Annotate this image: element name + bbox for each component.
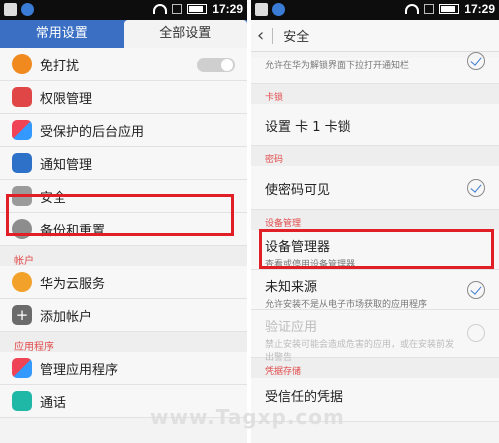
settings-item-label: 通知管理: [40, 157, 93, 173]
back-arrow-icon[interactable]: ‹: [251, 25, 272, 46]
lockscreen-notification-row[interactable]: 允许在华为解锁界面下拉打开通知栏: [251, 52, 499, 84]
row-title: 使密码可见: [265, 183, 331, 198]
apps-icon: [12, 358, 32, 378]
settings-item-label: 免打扰: [40, 58, 80, 74]
row-title: 未知来源: [265, 280, 318, 295]
wifi-icon: [153, 4, 168, 14]
settings-item-label: 受保护的后台应用: [40, 124, 145, 140]
settings-item-label: 权限管理: [40, 91, 93, 107]
settings-item-label: 华为云服务: [40, 276, 106, 292]
permission-icon: [12, 87, 32, 107]
left-screen: 17:29 常用设置 全部设置 免打扰 权限管理 受保护的后台应用 通知管理 安…: [0, 0, 247, 443]
check-icon[interactable]: [467, 52, 485, 70]
battery-icon: [187, 4, 208, 14]
clock: 17:29: [212, 2, 243, 16]
right-screen: 17:29 ‹ 安全 允许在华为解锁界面下拉打开通知栏 卡锁 设置 卡 1 卡锁…: [251, 0, 499, 443]
cloud-icon: [12, 272, 32, 292]
app-icon: [21, 3, 34, 16]
tab-common-settings[interactable]: 常用设置: [0, 20, 124, 48]
security-header: ‹ 安全: [251, 20, 499, 52]
status-bar: 17:29: [0, 0, 247, 20]
wifi-icon: [405, 4, 420, 14]
section-header-sim-lock: 卡锁: [251, 84, 499, 104]
settings-item-huawei-cloud[interactable]: 华为云服务: [0, 266, 247, 299]
tab-all-settings[interactable]: 全部设置: [123, 20, 247, 48]
signal-icon: [172, 4, 183, 14]
section-header-accounts: 帐户: [0, 246, 247, 267]
watermark: www.Tagxp.com: [150, 405, 345, 429]
battery-icon: [439, 4, 460, 14]
moon-icon: [12, 54, 32, 74]
check-icon: [467, 324, 485, 342]
row-subtitle: 允许安装不是从电子市场获取的应用程序: [265, 300, 428, 310]
settings-item-notifications[interactable]: 通知管理: [0, 147, 247, 180]
settings-item-add-account[interactable]: + 添加帐户: [0, 299, 247, 332]
settings-item-label: 通话: [40, 395, 67, 411]
row-title: 设置 卡 1 卡锁: [265, 120, 351, 135]
show-password-row[interactable]: 使密码可见: [251, 166, 499, 210]
notification-icon: [4, 3, 17, 16]
security-highlight-box: [6, 194, 234, 236]
notification-icon: [255, 3, 268, 16]
settings-item-manage-apps[interactable]: 管理应用程序: [0, 352, 247, 385]
row-subtitle: 允许在华为解锁界面下拉打开通知栏: [265, 61, 410, 71]
page-title: 安全: [283, 30, 310, 45]
section-header-password: 密码: [251, 146, 499, 166]
settings-item-label: 添加帐户: [40, 309, 93, 325]
notification-manager-icon: [12, 153, 32, 173]
unknown-sources-row[interactable]: 未知来源 允许安装不是从电子市场获取的应用程序: [251, 270, 499, 310]
row-title: 受信任的凭据: [265, 390, 344, 405]
section-header-device-admin: 设备管理: [251, 210, 499, 230]
section-header-apps: 应用程序: [0, 332, 247, 353]
row-subtitle: 禁止安装可能会造成危害的应用，或在安装前发出警告: [265, 340, 455, 363]
plus-icon: +: [12, 305, 32, 325]
verify-apps-row: 验证应用 禁止安装可能会造成危害的应用，或在安装前发出警告: [251, 310, 499, 363]
settings-tabs: 常用设置 全部设置: [0, 20, 247, 48]
do-not-disturb-toggle[interactable]: [197, 58, 235, 72]
signal-icon: [424, 4, 435, 14]
check-icon[interactable]: [467, 179, 485, 197]
device-admin-highlight-box: [259, 229, 494, 269]
check-icon[interactable]: [467, 281, 485, 299]
header-divider: [272, 27, 274, 44]
settings-item-permissions[interactable]: 权限管理: [0, 81, 247, 114]
phone-icon: [12, 391, 32, 411]
settings-item-label: 管理应用程序: [40, 362, 119, 378]
clock: 17:29: [464, 2, 495, 16]
settings-item-protected-apps[interactable]: 受保护的后台应用: [0, 114, 247, 147]
sim-lock-row[interactable]: 设置 卡 1 卡锁: [251, 104, 499, 146]
settings-item-do-not-disturb[interactable]: 免打扰: [0, 48, 247, 81]
status-bar: 17:29: [251, 0, 499, 20]
row-title: 验证应用: [265, 320, 318, 335]
protected-apps-icon: [12, 120, 32, 140]
app-icon: [272, 3, 285, 16]
